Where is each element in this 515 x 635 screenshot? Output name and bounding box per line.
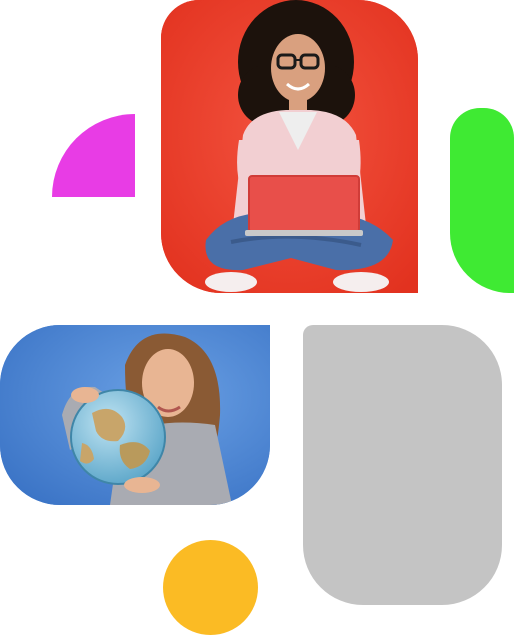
woman-laptop-illustration — [161, 0, 418, 293]
magenta-quarter-circle — [52, 114, 135, 197]
woman-globe-illustration — [0, 325, 270, 505]
green-pill-shape — [450, 108, 514, 293]
yellow-circle-shape — [163, 540, 258, 635]
photo-card-woman-globe — [0, 325, 270, 505]
grey-block-shape — [303, 325, 502, 605]
photo-card-woman-laptop — [161, 0, 418, 293]
